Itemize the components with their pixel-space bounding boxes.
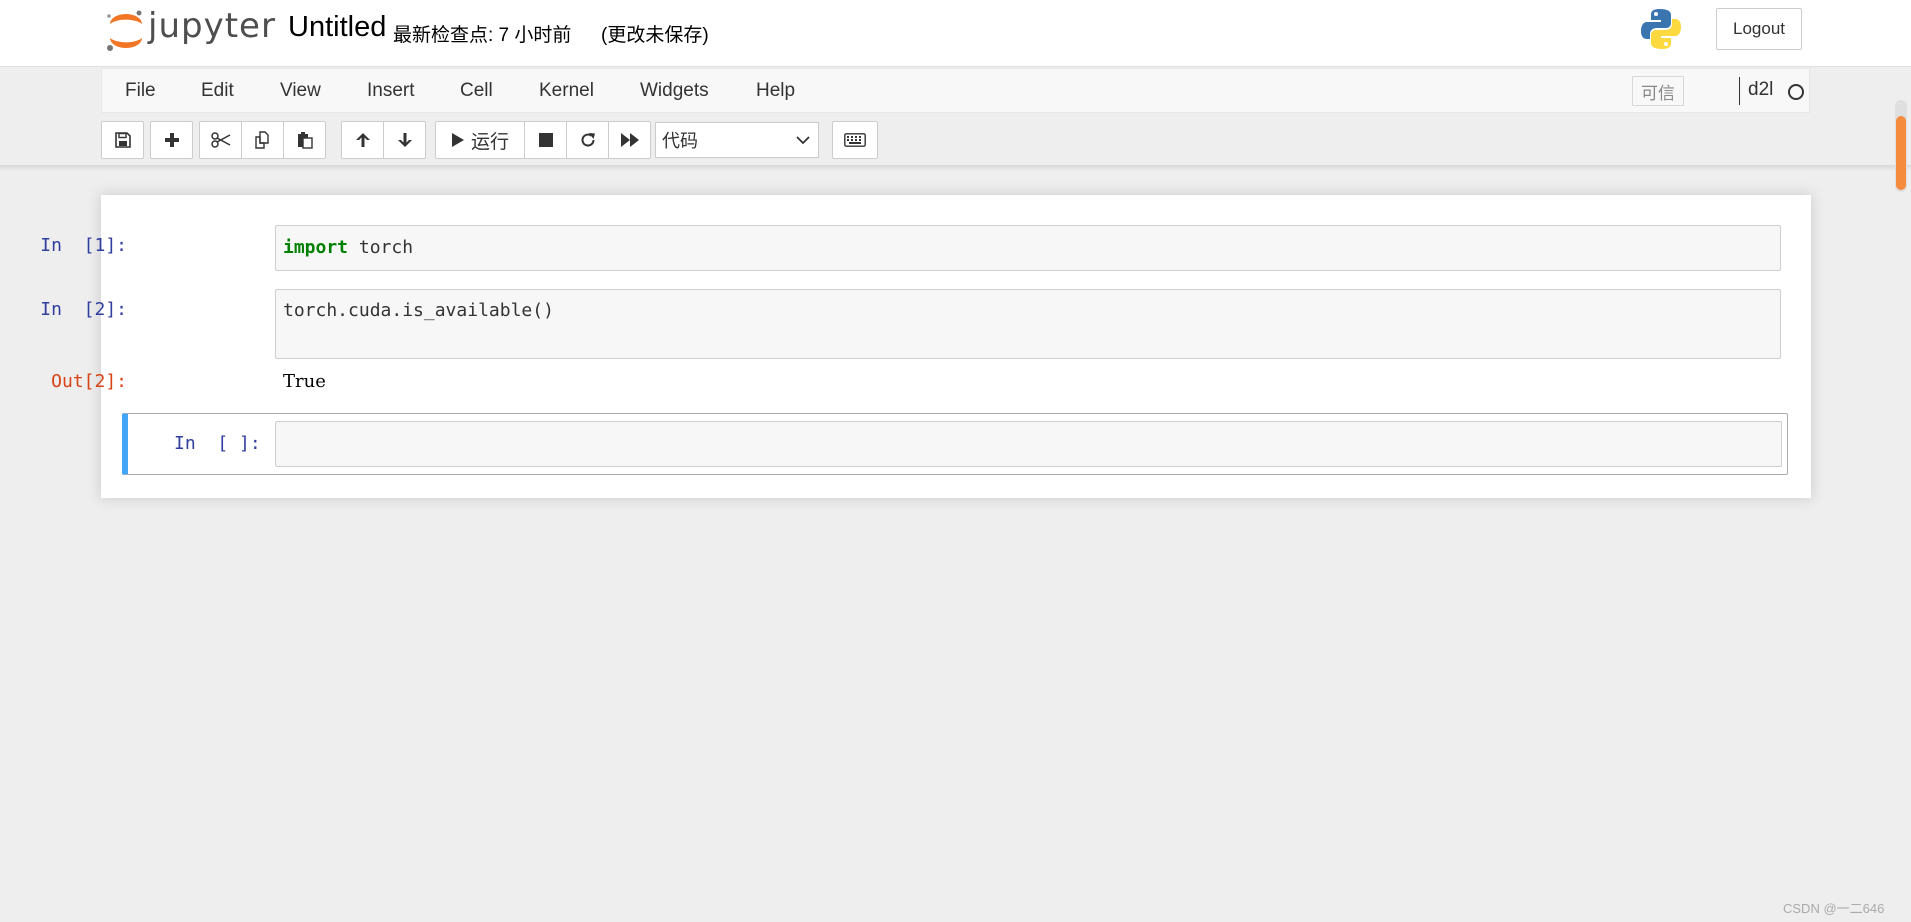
paste-icon	[297, 132, 313, 149]
arrow-down-icon	[397, 133, 412, 147]
save-button[interactable]	[101, 121, 144, 159]
code-cell[interactable]: In [2]: torch.cuda.is_available() Out[2]…	[40, 289, 1789, 404]
menu-insert[interactable]: Insert	[367, 80, 415, 102]
keyboard-icon	[844, 133, 866, 147]
code-keyword: import	[283, 237, 349, 258]
edit-group	[199, 121, 326, 159]
play-icon	[451, 133, 464, 147]
menu-kernel[interactable]: Kernel	[539, 80, 594, 102]
insert-cell-button[interactable]	[150, 121, 193, 159]
kernel-name[interactable]: d2l	[1748, 79, 1773, 101]
code-text: torch	[348, 237, 414, 258]
save-icon	[114, 132, 131, 148]
fast-forward-icon	[620, 133, 639, 147]
kernel-idle-icon	[1788, 84, 1804, 100]
menu-widgets[interactable]: Widgets	[640, 80, 709, 102]
move-group	[341, 121, 426, 159]
arrow-up-icon	[355, 133, 370, 147]
jupyter-logo-icon	[107, 10, 142, 51]
menu-help[interactable]: Help	[756, 80, 795, 102]
autosave-status: (更改未保存)	[601, 25, 709, 46]
menu-file[interactable]: File	[125, 80, 156, 102]
keyboard-group	[832, 121, 878, 159]
cut-icon	[210, 132, 230, 148]
stop-icon	[538, 133, 553, 147]
menu-view[interactable]: View	[280, 80, 321, 102]
code-cell[interactable]: In [1]: import torch	[40, 225, 1789, 275]
header-shadow	[0, 165, 1911, 171]
output-prompt: Out[2]:	[51, 371, 127, 392]
interrupt-button[interactable]	[524, 121, 567, 159]
chevron-down-icon	[796, 136, 810, 145]
input-prompt: In [2]:	[40, 299, 127, 320]
plus-icon	[164, 133, 179, 147]
menu-cell[interactable]: Cell	[460, 80, 493, 102]
trusted-indicator[interactable]: 可信	[1632, 76, 1684, 106]
code-input[interactable]	[275, 421, 1782, 467]
save-group	[101, 121, 144, 159]
move-up-button[interactable]	[341, 121, 384, 159]
restart-button[interactable]	[566, 121, 609, 159]
run-label: 运行	[470, 131, 509, 153]
cell-type-value: 代码	[662, 131, 698, 151]
python-icon	[1639, 7, 1683, 51]
run-button[interactable]: 运行	[435, 121, 525, 159]
copy-icon	[254, 131, 269, 149]
restart-run-all-button[interactable]	[608, 121, 651, 159]
move-down-button[interactable]	[383, 121, 426, 159]
code-input[interactable]: torch.cuda.is_available()	[275, 289, 1781, 359]
menubar: File Edit View Insert Cell Kernel Widget…	[101, 68, 1810, 113]
kernel-separator	[1739, 77, 1740, 105]
menu-edit[interactable]: Edit	[201, 80, 234, 102]
run-group: 运行	[435, 121, 651, 159]
insert-group	[150, 121, 193, 159]
watermark: CSDN @一二646	[1783, 901, 1885, 916]
selected-code-cell[interactable]: In [ ]:	[122, 413, 1788, 475]
header-bar: jupyter Untitled 最新检查点: 7 小时前 (更改未保存) Lo…	[0, 0, 1911, 67]
output-text: True	[283, 371, 326, 392]
input-prompt: In [ ]:	[174, 433, 261, 454]
command-palette-button[interactable]	[832, 121, 878, 159]
cell-type-select[interactable]: 代码	[655, 122, 819, 158]
copy-button[interactable]	[241, 121, 284, 159]
code-text: torch.cuda.is_available()	[283, 300, 554, 321]
notebook-name[interactable]: Untitled	[288, 11, 386, 44]
scrollbar-thumb[interactable]	[1896, 116, 1906, 190]
input-prompt: In [1]:	[40, 235, 127, 256]
logo-text: jupyter	[148, 6, 276, 46]
cut-button[interactable]	[199, 121, 242, 159]
logout-button[interactable]: Logout	[1716, 8, 1802, 50]
restart-icon	[581, 133, 595, 147]
code-input[interactable]: import torch	[275, 225, 1781, 271]
jupyter-logo[interactable]: jupyter	[104, 6, 275, 54]
paste-button[interactable]	[283, 121, 326, 159]
checkpoint-status: 最新检查点: 7 小时前	[393, 25, 572, 46]
